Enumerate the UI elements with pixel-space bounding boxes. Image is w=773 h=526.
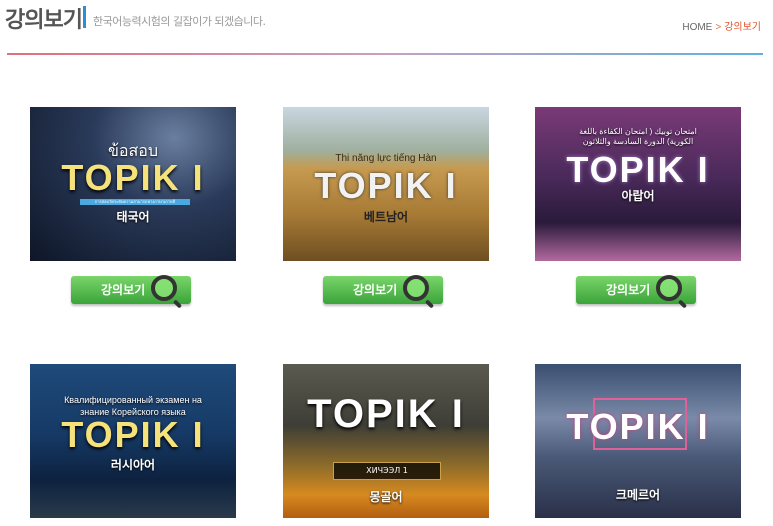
title-accent-bar — [83, 6, 86, 28]
button-label: 강의보기 — [353, 283, 398, 297]
breadcrumb: HOME > 강의보기 — [682, 18, 761, 33]
language-label: 몽골어 — [369, 490, 403, 504]
language-label: 태국어 — [116, 210, 150, 224]
language-label: 크메르어 — [615, 488, 661, 502]
lecture-thumbnail-khmer[interactable]: TOPIK I 크메르어 — [535, 364, 741, 518]
language-label: 베트남어 — [363, 210, 409, 224]
topik-logo: TOPIK I — [61, 157, 205, 198]
breadcrumb-home[interactable]: HOME — [682, 22, 712, 33]
thumbnail-top-text: Thi năng lực tiếng Hàn — [335, 153, 437, 164]
watch-lecture-button-arabic[interactable]: 강의보기 — [576, 275, 696, 304]
topik-logo: TOPIK I — [566, 406, 710, 447]
breadcrumb-separator: > — [715, 22, 722, 33]
topik-logo: TOPIK I — [566, 149, 710, 190]
topik-logo: TOPIK I — [61, 414, 205, 455]
lecture-thumbnail-vietnamese[interactable]: Thi năng lực tiếng Hàn TOPIK I 베트남어 — [283, 107, 489, 261]
lecture-thumbnail-arabic[interactable]: امتحان توبيك ( امتحان الكفاءة باللغة الك… — [535, 107, 741, 261]
topik-logo: TOPIK I — [314, 165, 458, 206]
language-label: 아랍어 — [621, 189, 655, 203]
magnifier-icon — [656, 275, 682, 301]
watch-lecture-button-vietnamese[interactable]: 강의보기 — [323, 275, 443, 304]
magnifier-icon — [151, 275, 177, 301]
page-subtitle: 한국어능력시험의 길잡이가 되겠습니다. — [93, 15, 266, 28]
magnifier-icon — [403, 275, 429, 301]
topik-logo: TOPIK I — [307, 392, 465, 436]
button-label: 강의보기 — [606, 283, 651, 297]
button-label: 강의보기 — [101, 283, 146, 297]
page-title: 강의보기 — [5, 8, 83, 33]
thumbnail-mid-text: การสอบวัดระดับความสามารถทางภาษาเกาหลี — [80, 199, 190, 205]
breadcrumb-current: 강의보기 — [724, 22, 761, 33]
lecture-thumbnail-russian[interactable]: Квалифицированный экзамен на знание Коре… — [30, 364, 236, 518]
lecture-thumbnail-mongolian[interactable]: TOPIK I ХИЧЭЭЛ 1 몽골어 — [283, 364, 489, 518]
watch-lecture-button-thai[interactable]: 강의보기 — [71, 275, 191, 304]
header-divider — [7, 53, 763, 55]
thumbnail-mid-text: ХИЧЭЭЛ 1 — [333, 462, 441, 480]
language-label: 러시아어 — [110, 458, 156, 472]
lecture-thumbnail-thai[interactable]: ข้อสอบ TOPIK I การสอบวัดระดับความสามารถท… — [30, 107, 236, 261]
thumbnail-top-text: امتحان توبيك ( امتحان الكفاءة باللغة الك… — [579, 127, 697, 146]
